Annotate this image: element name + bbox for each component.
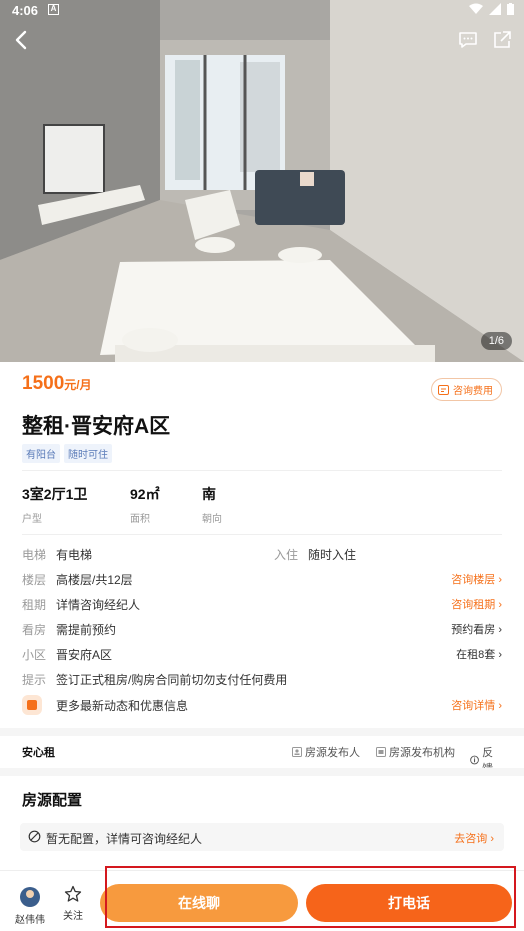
go-consult-link[interactable]: 去咨询 ›: [454, 830, 494, 846]
key-stats: 3室2厅1卫 户型 92㎡ 面积 南 朝向: [22, 484, 260, 525]
row-value: 需提前预约: [56, 623, 117, 637]
org-card-icon: [376, 747, 386, 757]
link-label: 咨询详情: [451, 700, 496, 712]
listing-photo[interactable]: 4:06 A 1/6: [0, 0, 524, 362]
price: 1500元/月: [22, 373, 92, 395]
stat-key: 户型: [22, 514, 42, 525]
highlight-box: [105, 866, 516, 928]
row-elevator: 电梯 有电梯 入住 随时入住: [22, 546, 502, 566]
stat-value: 南: [202, 486, 216, 502]
person-card-icon: [292, 747, 302, 757]
stat-layout: 3室2厅1卫 户型: [22, 484, 92, 525]
publisher-label: 房源发布人: [305, 747, 360, 759]
stat-value: 3室2厅1卫: [22, 486, 88, 502]
share-button[interactable]: [492, 30, 512, 50]
stat-orientation: 南 朝向: [202, 484, 222, 525]
receipt-icon: [438, 384, 449, 395]
consult-fee-label: 咨询费用: [453, 386, 493, 397]
stat-key: 朝向: [202, 514, 222, 525]
agent-profile[interactable]: 赵伟伟: [12, 887, 48, 926]
agent-name: 赵伟伟: [15, 915, 45, 926]
row-floor: 楼层 高楼层/共12层 咨询楼层 ›: [22, 571, 502, 591]
row-value: 签订正式租房/购房合同前切勿支付任何费用: [56, 673, 288, 687]
row-label: 电梯: [22, 548, 47, 562]
wifi-icon: [469, 3, 483, 14]
stat-value: 92㎡: [130, 486, 160, 502]
consult-floor-link[interactable]: 咨询楼层 ›: [451, 571, 502, 587]
link-label: 咨询楼层: [451, 574, 496, 586]
row-label: 租期: [22, 598, 47, 612]
feature-tag: 随时可住: [64, 444, 112, 463]
promo-icon: [22, 695, 42, 715]
row-value: 更多最新动态和优惠信息: [56, 699, 189, 713]
org-link[interactable]: 房源发布机构: [376, 744, 455, 760]
status-time: 4:06: [12, 3, 39, 18]
feature-tags: 有阳台 随时可住: [22, 444, 112, 463]
row-community: 小区 晋安府A区 在租8套 ›: [22, 646, 502, 666]
consult-detail-link[interactable]: 咨询详情 ›: [451, 697, 502, 713]
price-unit: 元/月: [64, 378, 92, 392]
trust-brand: 安心租: [22, 747, 55, 759]
consult-term-link[interactable]: 咨询租期 ›: [451, 596, 502, 612]
section-gap: [0, 728, 524, 736]
avatar: [20, 887, 40, 907]
row-viewing: 看房 需提前预约 预约看房 ›: [22, 621, 502, 641]
row-term: 租期 详情咨询经纪人 咨询租期 ›: [22, 596, 502, 616]
section-gap: [0, 768, 524, 776]
sim-icon: A: [48, 4, 59, 15]
follow-label: 关注: [63, 911, 83, 922]
config-empty-bar[interactable]: 暂无配置，详情可咨询经纪人 去咨询 ›: [20, 823, 504, 851]
link-label: 去咨询: [454, 833, 488, 845]
stat-area: 92㎡ 面积: [130, 484, 164, 525]
message-button[interactable]: [458, 30, 478, 50]
star-icon: [64, 885, 82, 902]
divider: [22, 534, 502, 535]
link-label: 预约看房: [451, 624, 496, 636]
message-icon: [459, 32, 477, 48]
link-label: 在租8套: [456, 649, 496, 661]
link-label: 咨询租期: [451, 599, 496, 611]
row-value: 随时入住: [308, 548, 357, 562]
publisher-link[interactable]: 房源发布人: [292, 744, 360, 760]
stat-key: 面积: [130, 514, 150, 525]
photo-counter: 1/6: [480, 332, 512, 350]
share-icon: [494, 31, 511, 48]
system-icons: [469, 3, 514, 15]
status-bar: 4:06 A: [0, 0, 524, 22]
follow-button[interactable]: 关注: [58, 885, 88, 922]
no-config-icon: [28, 830, 41, 843]
row-value: 高楼层/共12层: [56, 573, 133, 587]
battery-icon: [507, 3, 514, 15]
price-value: 1500: [22, 373, 65, 394]
back-arrow-icon: [15, 30, 27, 50]
row-tip: 提示 签订正式租房/购房合同前切勿支付任何费用: [22, 671, 502, 691]
detail-list: 电梯 有电梯 入住 随时入住 楼层 高楼层/共12层 咨询楼层 › 租期 详情咨…: [22, 546, 502, 726]
row-label: 小区: [22, 648, 47, 662]
row-promo[interactable]: 更多最新动态和优惠信息 咨询详情 ›: [22, 695, 502, 717]
feature-tag: 有阳台: [22, 444, 60, 463]
org-label: 房源发布机构: [389, 747, 455, 759]
consult-fee-button[interactable]: 咨询费用: [431, 378, 502, 401]
rentals-count-link[interactable]: 在租8套 ›: [456, 646, 502, 662]
row-value: 详情咨询经纪人: [56, 598, 141, 612]
signal-icon: [489, 3, 501, 15]
row-value: 晋安府A区: [56, 648, 113, 662]
config-section-title: 房源配置: [22, 792, 83, 809]
row-value: 有电梯: [56, 548, 93, 562]
book-viewing-link[interactable]: 预约看房 ›: [451, 621, 502, 637]
listing-title: 整租·晋安府A区: [22, 415, 171, 438]
row-label: 入住: [274, 548, 299, 562]
back-button[interactable]: [10, 28, 34, 52]
row-label: 看房: [22, 623, 47, 637]
row-label: 提示: [22, 673, 47, 687]
config-empty-text: 暂无配置，详情可咨询经纪人: [46, 832, 203, 846]
divider: [22, 470, 502, 471]
row-label: 楼层: [22, 573, 47, 587]
room-photo: [0, 0, 524, 362]
info-icon: [470, 755, 479, 765]
